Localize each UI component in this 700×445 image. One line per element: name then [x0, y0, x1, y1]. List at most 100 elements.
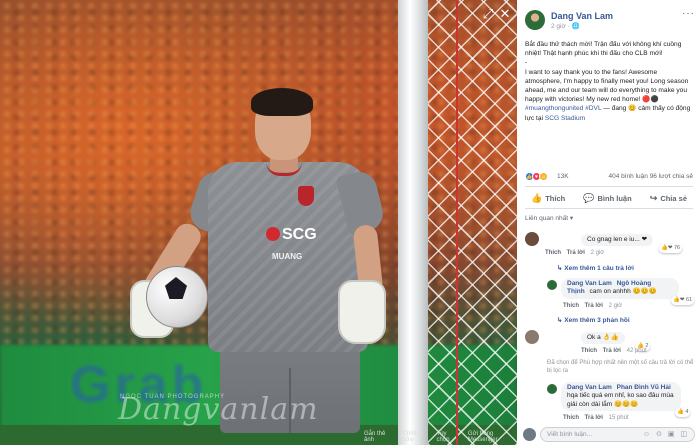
commenter-avatar[interactable]: [525, 232, 539, 246]
view-more-replies-text: Xem thêm 1 câu trả lời: [564, 265, 634, 272]
author-name[interactable]: Dang Van Lam: [551, 11, 613, 21]
player-hair: [251, 88, 313, 116]
send-messenger-link[interactable]: Gửi trong Messenger: [468, 431, 517, 443]
comment-sort-dropdown[interactable]: Liên quan nhất ▾: [525, 214, 573, 222]
like-label: Thích: [545, 193, 566, 203]
sponsor-text: SCG: [282, 226, 317, 243]
reply-react-count: 61: [686, 297, 693, 303]
view-more-replies-link[interactable]: ↳ Xem thêm 1 câu trả lời: [557, 264, 634, 272]
close-icon[interactable]: ✕: [497, 6, 513, 22]
reply: Dang Van Lam Ngô Hoàng Thịnh cam on anhh…: [547, 278, 697, 312]
comment-bubble: Ok a 👌👍: [581, 332, 625, 345]
post-header: Dang Van Lam 2 giờ · 🌐 ···: [525, 8, 695, 34]
share-label: Chia sẻ: [660, 193, 687, 203]
reply-bubble: Dang Van Lam Phan Đình Vũ Hải hqa tiếc q…: [561, 382, 681, 412]
net-red-line: [456, 0, 458, 445]
comment-bubble: Co gnag len e iu... ❤: [581, 234, 654, 247]
reply-reactions[interactable]: 👍❤ 61: [671, 296, 695, 305]
comment-meta: Thích Trả lời 2 giờ: [545, 250, 604, 256]
post-text-english: I want to say thank you to the fans! Awe…: [525, 68, 693, 123]
comment-meta: Thích Trả lời 42 phút: [581, 348, 647, 354]
comment-label: Bình luận: [597, 193, 632, 203]
share-icon: ↪: [649, 192, 658, 203]
reply-like-link[interactable]: Thích: [563, 303, 579, 309]
reply-bubble: Dang Van Lam Ngô Hoàng Thịnh cam on anhh…: [561, 278, 679, 299]
view-more-responses-text: Xem thêm 3 phản hồi: [564, 317, 630, 324]
reply-meta: Thích Trả lời 15 phút: [563, 415, 629, 421]
comment: Ok a 👌👍 👍 2 Thích Trả lời 42 phút: [525, 330, 695, 356]
author-avatar[interactable]: [525, 10, 545, 30]
comment-text: Co gnag len e iu... ❤: [587, 236, 648, 243]
comment-icon: 💬: [583, 192, 595, 203]
comments-count[interactable]: 404 bình luận: [608, 173, 647, 180]
reply-like-link[interactable]: Thích: [563, 415, 579, 421]
post-sidebar: Dang Van Lam 2 giờ · 🌐 ··· Bắt đầu thử t…: [517, 0, 700, 445]
reply-text: cam on anhhh 😊😊😊: [589, 288, 657, 296]
shares-count[interactable]: 96 lượt chia sẻ: [650, 173, 693, 180]
share-button[interactable]: ↪ Chia sẻ: [644, 193, 693, 204]
comment-time[interactable]: 42 phút: [627, 348, 647, 354]
haha-reaction-icon: ☺: [539, 172, 548, 181]
heart-emojis: 🔴⚫: [642, 96, 659, 104]
reply-react-count: 4: [685, 409, 689, 415]
comment-reply-link[interactable]: Trả lời: [603, 348, 621, 354]
post-location[interactable]: SCG Stadium: [545, 115, 585, 122]
comment-time[interactable]: 2 giờ: [591, 250, 605, 256]
reply-avatar[interactable]: [547, 280, 557, 290]
reply-reply-link[interactable]: Trả lời: [585, 303, 603, 309]
reply-avatar[interactable]: [547, 384, 557, 394]
comment-reply-link[interactable]: Trả lời: [567, 250, 585, 256]
comment-share-stats[interactable]: 404 bình luận 96 lượt chia sẻ: [608, 173, 693, 180]
like-button[interactable]: 👍 Thích: [525, 193, 571, 204]
composer-tools-icons[interactable]: ☺ ⊙ ▣ ◫: [643, 430, 689, 438]
post-timestamp[interactable]: 2 giờ · 🌐: [551, 22, 580, 30]
reaction-icons: 👍❤: [673, 297, 685, 303]
post-time-text: 2 giờ ·: [551, 23, 570, 30]
reply-time[interactable]: 2 giờ: [609, 303, 623, 309]
post-text-dash: -: [525, 59, 528, 67]
post-hashtags[interactable]: #muangthongunited #DVL: [525, 105, 601, 112]
divider: [525, 186, 693, 187]
reaction-icons: 👍❤: [661, 245, 673, 251]
reply: Dang Van Lam Phan Đình Vũ Hải hqa tiếc q…: [547, 382, 697, 424]
reply-reply-link[interactable]: Trả lời: [585, 415, 603, 421]
reply-reactions[interactable]: 👍 4: [675, 408, 691, 417]
filter-notice: Đã chọn để Phù hợp nhất nên một số câu t…: [547, 360, 694, 374]
commenter-avatar[interactable]: [525, 330, 539, 344]
comment-text: Ok a 👌👍: [587, 334, 619, 341]
post-text-vietnamese: Bắt đầu thử thách mới! Trận đấu với khôn…: [525, 41, 682, 58]
tag-photo-link[interactable]: Gắn thẻ ảnh: [364, 431, 393, 443]
right-glove: [338, 280, 386, 344]
reply-author[interactable]: Dang Van Lam: [567, 384, 612, 391]
options-link[interactable]: Tùy chọn: [437, 431, 458, 443]
shirt-sub-sponsor: MUANG: [272, 252, 303, 261]
post-text-english-body: I want to say thank you to the fans! Awe…: [525, 68, 689, 104]
divider: [525, 208, 693, 209]
more-options-icon[interactable]: ···: [682, 8, 695, 19]
comment-like-link[interactable]: Thích: [545, 250, 561, 256]
reply-time[interactable]: 15 phút: [609, 415, 629, 421]
reply-tagged-user[interactable]: Phan Đình Vũ Hải: [617, 384, 671, 391]
reaction-icons: 👍 ♥ ☺: [525, 172, 548, 181]
comment-like-link[interactable]: Thích: [581, 348, 597, 354]
globe-icon: 🌐: [571, 23, 580, 30]
thumbs-up-icon: 👍: [531, 192, 543, 203]
sponsor-logo-icon: [266, 227, 280, 241]
comment-reactions[interactable]: 👍❤ 76: [659, 244, 683, 253]
view-more-responses-link[interactable]: ↳ Xem thêm 3 phản hồi: [557, 316, 630, 324]
edit-photo-link[interactable]: Chỉnh sửa: [403, 431, 427, 443]
comment: Co gnag len e iu... ❤ 👍❤ 76 Thích Trả lờ…: [525, 232, 695, 262]
reply-author[interactable]: Dang Van Lam: [567, 280, 612, 287]
post-photo[interactable]: Grab SCG MUANG Dangvanlam NGOC TUAN PHOT…: [0, 0, 517, 445]
club-crest: [298, 186, 314, 206]
shirt-sponsor: SCG: [266, 226, 317, 244]
reaction-summary[interactable]: 👍 ♥ ☺ 13K 404 bình luận 96 lượt chia sẻ: [525, 172, 693, 182]
expand-icon[interactable]: ⤢: [480, 6, 496, 22]
goalkeeper-figure: SCG MUANG: [120, 80, 390, 445]
comment-button[interactable]: 💬 Bình luận: [577, 193, 637, 204]
current-user-avatar: [523, 428, 536, 441]
photo-action-bar: Gắn thẻ ảnh Chỉnh sửa Tùy chọn Gửi trong…: [360, 428, 517, 445]
reply-meta: Thích Trả lời 2 giờ: [563, 303, 622, 309]
comment-react-count: 76: [674, 245, 681, 251]
reaction-icons: 👍: [677, 409, 684, 415]
